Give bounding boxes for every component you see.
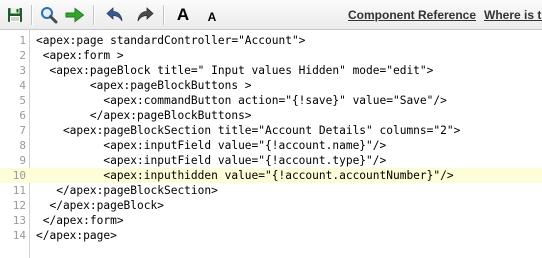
line-number: 9 [19,154,26,167]
save-button[interactable] [4,5,26,25]
code-line[interactable]: 5 <apex:commandButton action="{!save}" v… [0,93,542,108]
line-number: 13 [12,214,26,227]
line-number: 3 [19,64,26,77]
line-number: 12 [12,199,26,212]
undo-icon [106,7,123,22]
toolbar-separator [93,5,95,25]
redo-icon [137,7,154,22]
code-line[interactable]: 8 <apex:inputField value="{!account.name… [0,138,542,153]
go-to-line-button[interactable] [64,5,86,25]
code-text[interactable]: <apex:form > [36,48,124,63]
line-number: 14 [12,229,26,242]
line-number: 5 [19,94,26,107]
code-text[interactable]: <apex:pageBlockSection title="Account De… [36,123,460,138]
decrease-font-button[interactable]: A [201,5,223,25]
line-number: 2 [19,49,26,62]
line-number: 7 [19,124,26,137]
code-line[interactable]: 7 <apex:pageBlockSection title="Account … [0,123,542,138]
code-line[interactable]: 2 <apex:form > [0,48,542,63]
code-text[interactable]: <apex:inputhidden value="{!account.accou… [36,168,453,183]
line-number: 11 [12,184,26,197]
code-text[interactable]: </apex:pageBlockSection> [36,183,218,198]
go-to-line-icon [65,7,85,23]
line-number: 4 [19,79,26,92]
code-text[interactable]: <apex:pageBlockButtons > [36,78,252,93]
save-icon [8,8,22,22]
code-line[interactable]: 13 </apex:form> [0,213,542,228]
where-is-this-link[interactable]: Where is this [484,8,542,22]
code-line[interactable]: 10 <apex:inputhidden value="{!account.ac… [0,168,542,183]
line-number: 10 [12,169,26,182]
component-reference-link[interactable]: Component Reference [348,8,476,22]
code-line[interactable]: 3 <apex:pageBlock title=" Input values H… [0,63,542,78]
decrease-font-label: A [207,9,217,24]
line-number: 1 [19,34,26,47]
code-line[interactable]: 4 <apex:pageBlockButtons > [0,78,542,93]
line-number: 8 [19,139,26,152]
code-line[interactable]: 9 <apex:inputField value="{!account.type… [0,153,542,168]
code-text[interactable]: <apex:inputField value="{!account.name}"… [36,138,386,153]
code-line[interactable]: 14 </apex:page> [0,228,542,243]
increase-font-label: A [176,5,190,24]
code-text[interactable]: <apex:pageBlock title=" Input values Hid… [36,63,433,78]
code-editor-window: A A Component Reference Where is this 1 <… [0,0,542,258]
increase-font-button[interactable]: A [172,5,194,25]
code-text[interactable]: <apex:commandButton action="{!save}" val… [36,93,447,108]
code-editor[interactable]: 1 <apex:page standardController="Account"… [0,30,542,258]
line-number: 6 [19,109,26,122]
code-line[interactable]: 12 </apex:pageBlock> [0,198,542,213]
redo-button[interactable] [134,5,156,25]
undo-button[interactable] [104,5,126,25]
code-line[interactable]: 1 <apex:page standardController="Account"… [0,33,542,48]
code-line[interactable]: 6 </apex:pageBlockButtons> [0,108,542,123]
search-button[interactable] [38,5,60,25]
toolbar-separator [163,5,165,25]
code-text[interactable]: </apex:form> [36,213,124,228]
code-text[interactable]: </apex:pageBlock> [36,198,164,213]
code-text[interactable]: </apex:page> [36,228,117,243]
code-text[interactable]: </apex:pageBlockButtons> [36,108,252,123]
search-icon [41,7,58,24]
code-text[interactable]: <apex:page standardController="Account"> [36,33,305,48]
code-line[interactable]: 11 </apex:pageBlockSection> [0,183,542,198]
code-text[interactable]: <apex:inputField value="{!account.type}"… [36,153,386,168]
toolbar-separator [31,5,33,25]
editor-toolbar: A A Component Reference Where is this [0,0,542,30]
